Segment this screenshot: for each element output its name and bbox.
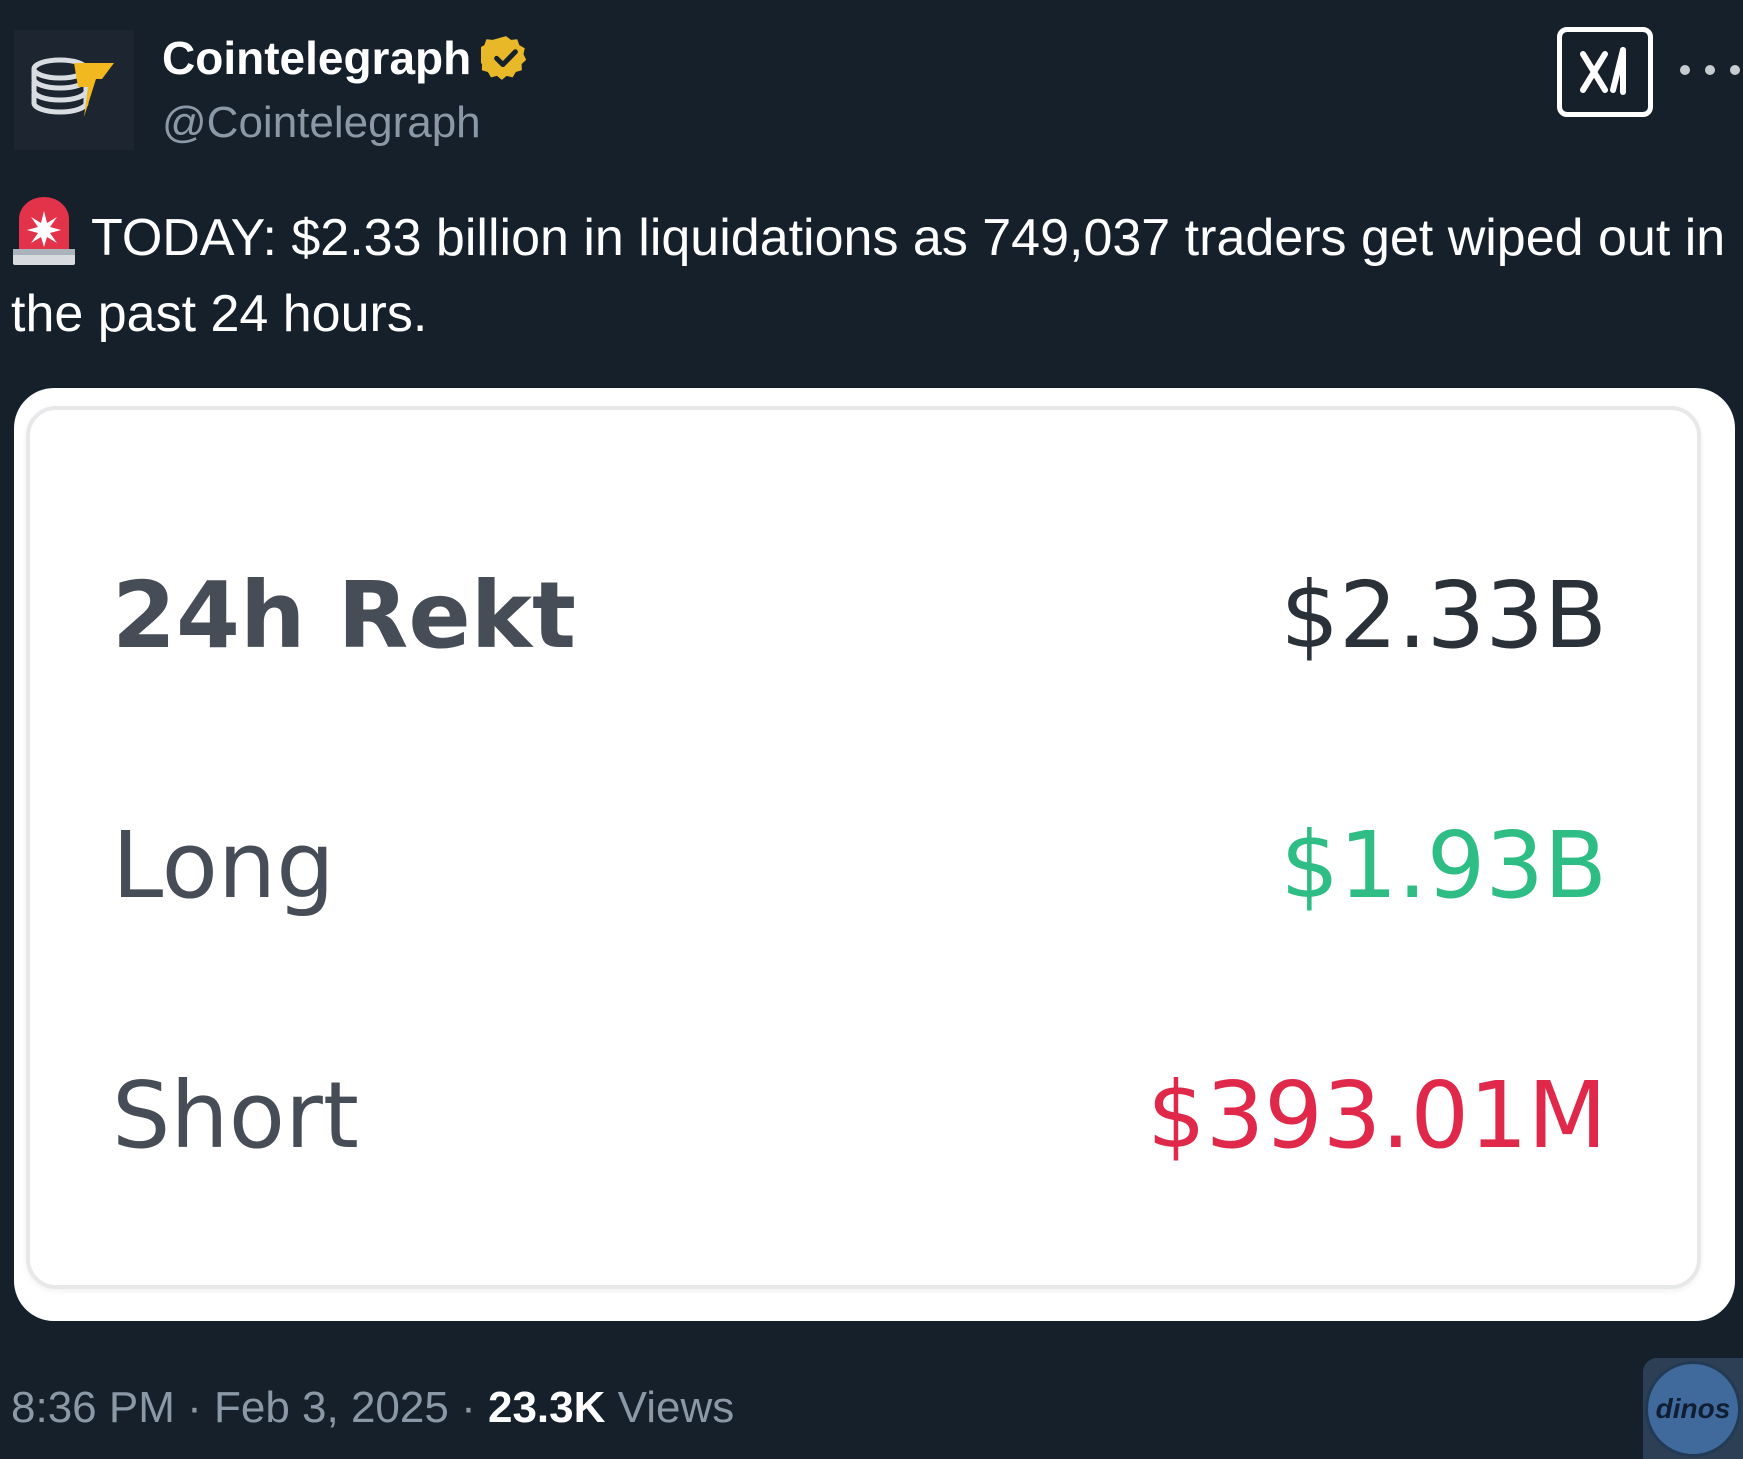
police-siren-icon (13, 197, 75, 265)
stat-label: Short (112, 1061, 359, 1169)
avatar[interactable] (14, 30, 134, 150)
tweet-time[interactable]: 8:36 PM (11, 1383, 175, 1432)
stat-value: $393.01M (1147, 1061, 1607, 1169)
grok-icon (1580, 47, 1626, 95)
watermark-logo: dinos (1645, 1360, 1741, 1457)
verified-badge-icon (481, 36, 527, 80)
stat-value: $2.33B (1280, 561, 1608, 669)
tweet-text: TODAY: $2.33 billion in liquidations as … (11, 197, 1731, 352)
stat-row-rekt: 24h Rekt $2.33B (112, 560, 1607, 670)
stat-row-long: Long $1.93B (112, 810, 1607, 920)
display-name[interactable]: Cointelegraph (162, 30, 531, 86)
tweet-footer: 8:36 PM · Feb 3, 2025 · 23.3K Views (11, 1380, 734, 1436)
stat-label: Long (112, 811, 335, 919)
more-options-icon (1680, 65, 1690, 75)
stat-label: 24h Rekt (112, 561, 576, 669)
views-label: Views (617, 1383, 735, 1432)
more-options-icon (1705, 65, 1715, 75)
separator: · (187, 1383, 202, 1432)
grok-button[interactable] (1557, 27, 1653, 117)
coin-stack-lightning-logo-icon (31, 57, 114, 117)
separator: · (461, 1383, 476, 1432)
tweet-date[interactable]: Feb 3, 2025 (214, 1383, 449, 1432)
stat-row-short: Short $393.01M (112, 1060, 1607, 1170)
views-count: 23.3K (487, 1383, 606, 1432)
watermark: dinos (1643, 1358, 1743, 1459)
tweet-text-body: TODAY: $2.33 billion in liquidations as … (11, 209, 1726, 343)
more-options-icon (1730, 65, 1740, 75)
user-handle[interactable]: @Cointelegraph (162, 96, 481, 150)
stat-value: $1.93B (1280, 811, 1608, 919)
display-name-text[interactable]: Cointelegraph (162, 30, 471, 86)
more-options-button[interactable] (1680, 50, 1740, 90)
